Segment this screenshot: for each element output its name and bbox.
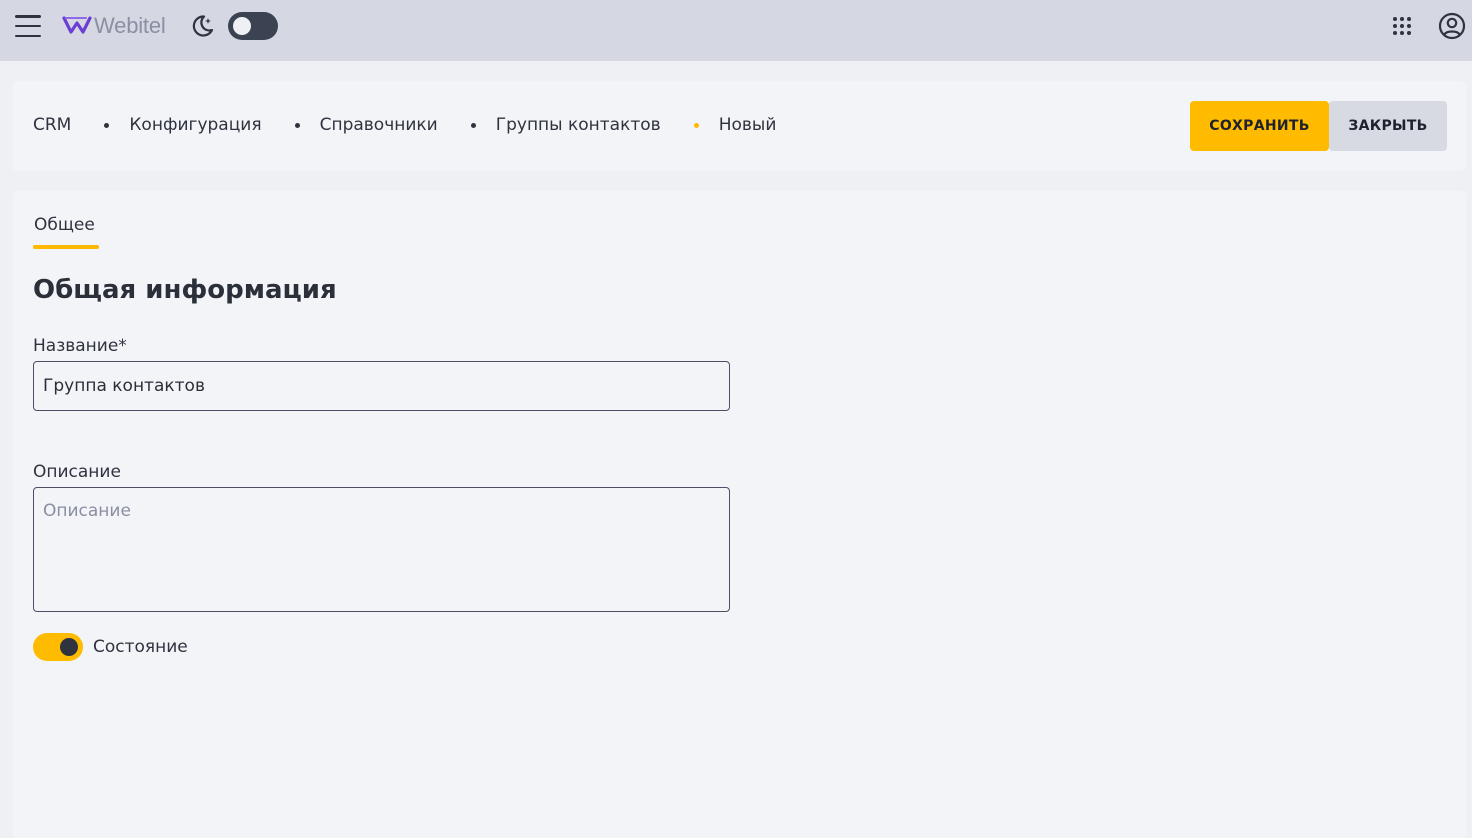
- webitel-logo-icon: [62, 16, 92, 34]
- state-toggle-label: Состояние: [93, 637, 188, 657]
- moon-sparkle-icon[interactable]: [189, 13, 215, 39]
- toggle-knob: [233, 17, 251, 35]
- description-field-label: Описание: [33, 462, 121, 482]
- description-textarea[interactable]: [33, 487, 730, 612]
- state-toggle[interactable]: [33, 633, 83, 661]
- webitel-logo[interactable]: Webitel: [62, 13, 166, 39]
- tab-general[interactable]: Общее: [34, 215, 95, 245]
- breadcrumb-separator: [470, 122, 476, 128]
- top-app-bar: Webitel: [0, 0, 1472, 61]
- active-tab-indicator: [33, 245, 99, 249]
- name-input[interactable]: [33, 361, 730, 411]
- apps-grid-icon[interactable]: [1392, 16, 1412, 36]
- close-button[interactable]: ЗАКРЫТЬ: [1329, 101, 1447, 151]
- name-field-label: Название*: [33, 336, 127, 356]
- hamburger-menu-icon[interactable]: [15, 15, 41, 37]
- breadcrumb-item-contact-groups[interactable]: Группы контактов: [496, 115, 661, 135]
- toggle-knob: [60, 638, 78, 656]
- save-button[interactable]: СОХРАНИТЬ: [1190, 101, 1329, 151]
- breadcrumb-separator: [104, 122, 110, 128]
- breadcrumb-separator: [294, 122, 300, 128]
- breadcrumb: CRM Конфигурация Справочники Группы конт…: [33, 115, 776, 135]
- logo-text: Webitel: [94, 13, 166, 38]
- dark-mode-toggle[interactable]: [228, 12, 278, 40]
- breadcrumb-separator-active: [693, 122, 699, 128]
- page-header: CRM Конфигурация Справочники Группы конт…: [13, 81, 1466, 171]
- breadcrumb-item-new: Новый: [718, 115, 777, 135]
- breadcrumb-item-directories[interactable]: Справочники: [320, 115, 438, 135]
- breadcrumb-item-configuration[interactable]: Конфигурация: [129, 115, 261, 135]
- account-circle-icon[interactable]: [1438, 12, 1466, 40]
- form-card: Общее Общая информация Название* Описани…: [13, 191, 1466, 838]
- breadcrumb-item-crm[interactable]: CRM: [33, 115, 71, 135]
- section-title: Общая информация: [33, 275, 337, 305]
